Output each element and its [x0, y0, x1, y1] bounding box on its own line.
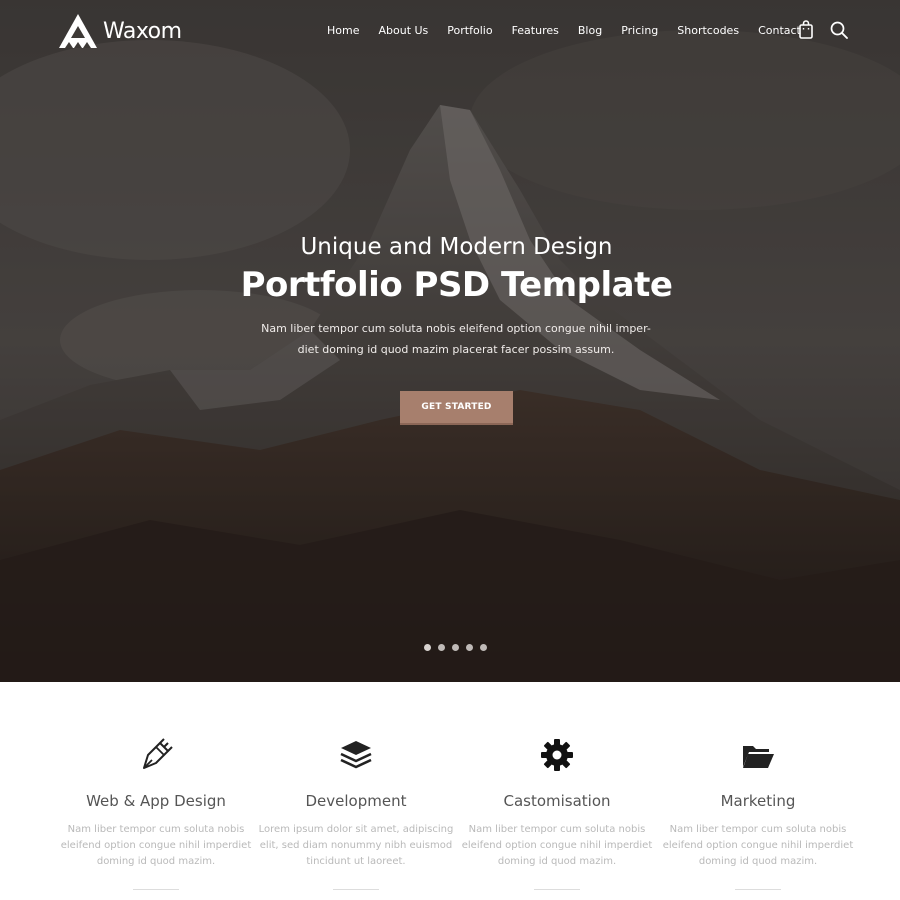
nav-item-home[interactable]: Home	[327, 24, 359, 37]
brand-logo[interactable]: Waxom	[57, 12, 182, 50]
slider-dot-4[interactable]	[466, 644, 473, 651]
feature-description: Nam liber tempor cum soluta nobis eleife…	[60, 824, 252, 867]
features-section: Web & App Design Nam liber tempor cum so…	[0, 682, 900, 900]
get-started-button[interactable]: GET STARTED	[400, 391, 513, 425]
nav-item-contact[interactable]: Contact	[758, 24, 801, 37]
feature-description: Lorem ipsum dolor sit amet, adipiscing e…	[258, 824, 454, 867]
nav-item-features[interactable]: Features	[512, 24, 559, 37]
feature-title: Development	[305, 792, 407, 810]
main-navigation: Home About Us Portfolio Features Blog Pr…	[327, 24, 801, 37]
nav-item-about-us[interactable]: About Us	[378, 24, 428, 37]
triangle-logo-icon	[59, 14, 97, 48]
folder-icon	[743, 746, 774, 768]
hero-title: Portfolio PSD Template	[240, 265, 673, 305]
feature-divider	[333, 889, 379, 890]
nav-item-portfolio[interactable]: Portfolio	[447, 24, 492, 37]
feature-title: Marketing	[720, 792, 796, 810]
feature-divider	[133, 889, 179, 890]
feature-title: Castomisation	[503, 792, 611, 810]
brand-name: Waxom	[103, 18, 182, 44]
feature-divider	[735, 889, 781, 890]
hero-subtitle: Unique and Modern Design	[300, 234, 613, 260]
feature-description: Nam liber tempor cum soluta nobis eleife…	[662, 824, 854, 867]
feature-divider	[534, 889, 580, 890]
layers-icon	[340, 741, 372, 769]
slider-dot-1[interactable]	[424, 644, 431, 651]
slider-dot-5[interactable]	[480, 644, 487, 651]
slider-dot-2[interactable]	[438, 644, 445, 651]
slider-pagination	[424, 644, 487, 651]
nav-item-shortcodes[interactable]: Shortcodes	[677, 24, 739, 37]
search-icon[interactable]	[829, 20, 849, 40]
feature-description: Nam liber tempor cum soluta nobis eleife…	[461, 824, 653, 867]
shopping-bag-icon[interactable]	[796, 20, 816, 40]
feature-title: Web & App Design	[86, 792, 226, 810]
gear-icon	[541, 739, 573, 771]
hero-section: Waxom Home About Us Portfolio Features B…	[0, 0, 900, 682]
pen-nib-icon	[143, 738, 173, 769]
slider-dot-3[interactable]	[452, 644, 459, 651]
nav-item-pricing[interactable]: Pricing	[621, 24, 658, 37]
hero-description: Nam liber tempor cum soluta nobis eleife…	[261, 322, 651, 356]
nav-item-blog[interactable]: Blog	[578, 24, 602, 37]
